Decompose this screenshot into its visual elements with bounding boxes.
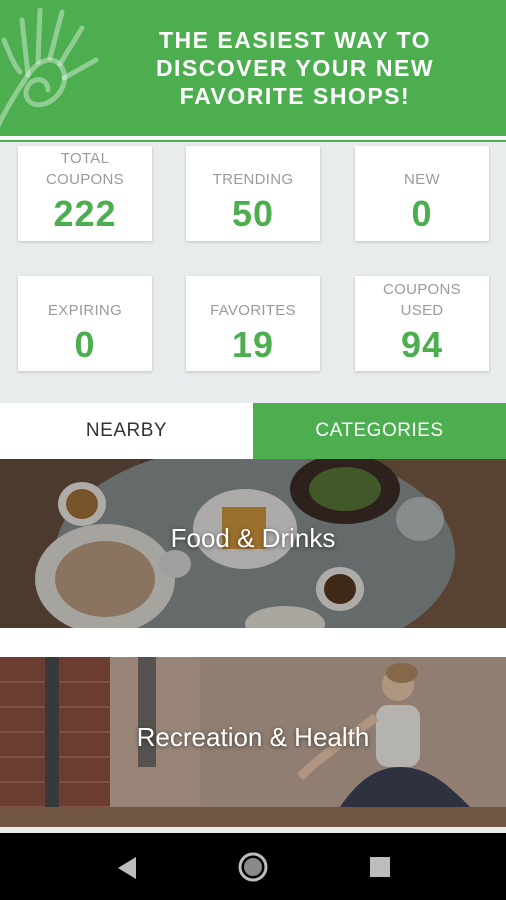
category-tile-food-drinks[interactable]: Food & Drinks (0, 459, 506, 628)
tab-categories[interactable]: CATEGORIES (253, 403, 506, 459)
stat-label: FAVORITES (210, 302, 296, 319)
stat-value: 222 (53, 193, 117, 234)
back-triangle-icon[interactable] (114, 855, 140, 881)
category-tile-recreation-health[interactable]: Recreation & Health (0, 657, 506, 827)
tab-nearby[interactable]: NEARBY (0, 403, 253, 459)
stat-card-trending[interactable]: TRENDING 50 (186, 146, 320, 241)
tab-bar: NEARBY CATEGORIES (0, 403, 506, 459)
stat-label: COUPONS (46, 171, 124, 188)
stat-value: 0 (411, 193, 433, 234)
stat-card-new[interactable]: NEW 0 (355, 146, 489, 241)
stat-value: 19 (231, 324, 275, 365)
stat-value: 50 (231, 193, 275, 234)
header-divider-accent (0, 140, 506, 142)
category-label: Food & Drinks (170, 523, 336, 553)
app-header: THE EASIEST WAY TO DISCOVER YOUR NEW FAV… (0, 0, 506, 136)
system-nav-bar (0, 833, 506, 900)
stat-card-coupons-used[interactable]: COUPONS USED 94 (355, 276, 489, 371)
stat-label: NEW (404, 171, 440, 188)
category-separator (0, 628, 506, 657)
stat-value: 94 (400, 324, 444, 365)
stat-card-total-coupons[interactable]: TOTAL COUPONS 222 (18, 146, 152, 241)
category-label: Recreation & Health (136, 722, 370, 752)
hand-spiral-icon (0, 7, 99, 128)
stat-label: TRENDING (212, 171, 294, 188)
header-title-line3: FAVORITE SHOPS! (179, 83, 411, 109)
header-title: THE EASIEST WAY TO DISCOVER YOUR NEW FAV… (92, 26, 498, 110)
stat-card-expiring[interactable]: EXPIRING 0 (18, 276, 152, 371)
header-title-line2: DISCOVER YOUR NEW (155, 55, 435, 81)
home-circle-icon[interactable] (237, 851, 269, 883)
stat-label: EXPIRING (47, 302, 123, 319)
header-title-line1: THE EASIEST WAY TO (159, 27, 431, 53)
stat-label: COUPONS (383, 281, 461, 298)
stat-label: USED (400, 302, 444, 319)
stat-value: 0 (74, 324, 96, 365)
stat-label: TOTAL (60, 150, 110, 167)
stat-card-favorites[interactable]: FAVORITES 19 (186, 276, 320, 371)
recents-square-icon[interactable] (368, 855, 392, 879)
